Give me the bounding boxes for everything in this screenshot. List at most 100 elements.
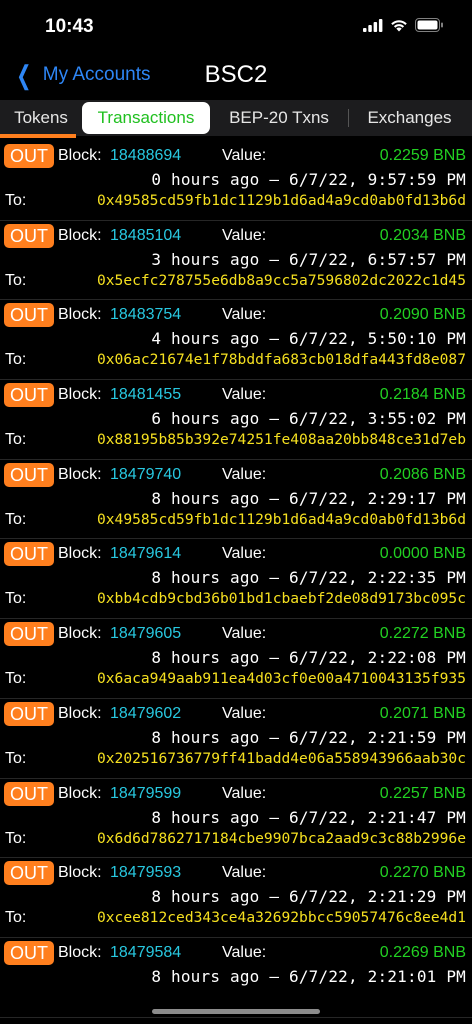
out-badge: OUT <box>4 861 54 886</box>
transaction-row[interactable]: OUT Block: 18479593 Value: 0.2270 BNB 8 hours… <box>0 858 472 938</box>
value-label: Value: <box>222 784 267 802</box>
value-label: Value: <box>222 864 267 882</box>
to-label: To: <box>5 431 27 449</box>
to-address[interactable]: 0x49585cd59fb1dc1129b1d6ad4a9cd0ab0fd13b… <box>97 511 466 528</box>
status-icons <box>363 18 444 32</box>
navigation-bar: ❮ My Accounts BSC2 <box>0 56 472 98</box>
value-amount: 0.2259 BNB <box>379 147 466 164</box>
to-label: To: <box>5 192 27 209</box>
battery-icon <box>415 18 443 32</box>
tab-exchanges[interactable]: Exchanges <box>349 102 470 134</box>
timestamp: 8 hours ago – 6/7/22, 2:21:47 PM <box>151 807 466 827</box>
block-number[interactable]: 18479593 <box>110 864 181 882</box>
to-address[interactable]: 0xbb4cdb9cbd36b01bd1cbaebf2de08d9173bc09… <box>97 590 466 607</box>
transaction-row[interactable]: OUT Block: 18479602 Value: 0.2071 BNB 8 hours… <box>0 699 472 779</box>
tab-bep20-txns[interactable]: BEP-20 Txns <box>210 102 348 134</box>
to-label: To: <box>5 271 27 289</box>
to-label: To: <box>5 351 27 369</box>
block-label: Block: <box>58 386 102 404</box>
value-label: Value: <box>222 704 267 722</box>
timestamp: 8 hours ago – 6/7/22, 2:22:35 PM <box>151 568 466 588</box>
block-number[interactable]: 18479614 <box>110 545 181 563</box>
block-label: Block: <box>58 147 102 164</box>
to-address[interactable]: 0x202516736779ff41badd4e06a558943966aab3… <box>97 750 466 767</box>
out-badge: OUT <box>4 940 54 965</box>
value-amount: 0.2272 BNB <box>379 625 466 643</box>
transaction-row[interactable]: OUT Block: 18479605 Value: 0.2272 BNB 8 hours… <box>0 619 472 699</box>
value-amount: 0.2034 BNB <box>379 226 466 244</box>
transaction-row[interactable]: OUT Block: 18479599 Value: 0.2257 BNB 8 hours… <box>0 779 472 859</box>
out-badge: OUT <box>4 462 54 487</box>
out-badge: OUT <box>4 701 54 726</box>
transaction-row[interactable]: OUT Block: 18479740 Value: 0.2086 BNB 8 hours… <box>0 460 472 540</box>
to-address[interactable]: 0x88195b85b392e74251fe408aa20bb848ce31d7… <box>97 431 466 448</box>
value-amount: 0.0000 BNB <box>379 545 466 563</box>
value-label: Value: <box>222 147 267 164</box>
to-label: To: <box>5 670 27 688</box>
transaction-row[interactable]: OUT Block: 18479584 Value: 0.2269 BNB 8 hours… <box>0 938 472 1018</box>
page-title: BSC2 <box>204 61 268 88</box>
transaction-row[interactable]: OUT Block: 18488694 Value: 0.2259 BNB 0 hours… <box>0 141 472 221</box>
block-label: Block: <box>58 465 102 483</box>
to-label: To: <box>5 749 27 767</box>
block-label: Block: <box>58 864 102 882</box>
to-address[interactable]: 0x6aca949aab911ea4d03cf0e00a4710043135f9… <box>97 670 466 687</box>
to-address[interactable]: 0xcee812ced343ce4a32692bbcc59057476c8ee4… <box>97 909 466 926</box>
wifi-icon <box>391 19 407 31</box>
segmented-tabs: Tokens Transactions BEP-20 Txns Exchange… <box>0 100 472 136</box>
out-badge: OUT <box>4 383 54 408</box>
block-label: Block: <box>58 784 102 802</box>
transaction-row[interactable]: OUT Block: 18481455 Value: 0.2184 BNB 6 hours… <box>0 380 472 460</box>
tab-transactions[interactable]: Transactions <box>82 102 210 134</box>
timestamp: 4 hours ago – 6/7/22, 5:50:10 PM <box>151 329 466 349</box>
value-amount: 0.2086 BNB <box>379 465 466 483</box>
value-amount: 0.2184 BNB <box>379 386 466 404</box>
to-address[interactable]: 0x5ecfc278755e6db8a9cc5a7596802dc2022c1d… <box>97 272 466 289</box>
block-number[interactable]: 18488694 <box>110 147 181 165</box>
value-amount: 0.2270 BNB <box>379 864 466 882</box>
timestamp: 6 hours ago – 6/7/22, 3:55:02 PM <box>151 409 466 429</box>
transaction-row[interactable]: OUT Block: 18483754 Value: 0.2090 BNB 4 hours… <box>0 300 472 381</box>
block-number[interactable]: 18485104 <box>110 227 181 245</box>
block-label: Block: <box>58 226 102 244</box>
block-number[interactable]: 18479599 <box>110 785 181 803</box>
out-badge: OUT <box>4 781 54 806</box>
value-amount: 0.2090 BNB <box>379 306 466 324</box>
block-number[interactable]: 18479584 <box>110 944 181 962</box>
block-number[interactable]: 18481455 <box>110 386 181 404</box>
out-badge: OUT <box>4 223 54 248</box>
block-number[interactable]: 18479605 <box>110 625 181 643</box>
tab-indicator <box>0 134 76 138</box>
timestamp: 8 hours ago – 6/7/22, 2:21:01 PM <box>151 966 466 986</box>
timestamp: 8 hours ago – 6/7/22, 2:29:17 PM <box>151 488 466 508</box>
value-label: Value: <box>222 465 267 483</box>
value-label: Value: <box>222 625 267 643</box>
block-label: Block: <box>58 943 102 961</box>
signal-icon <box>363 18 383 32</box>
value-amount: 0.2257 BNB <box>379 784 466 802</box>
status-time: 10:43 <box>45 16 94 37</box>
to-address[interactable]: 0x06ac21674e1f78bddfa683cb018dfa443fd8e0… <box>97 351 466 368</box>
block-label: Block: <box>58 306 102 324</box>
block-number[interactable]: 18483754 <box>110 306 181 324</box>
out-badge: OUT <box>4 303 54 328</box>
out-badge: OUT <box>4 622 54 647</box>
out-badge: OUT <box>4 542 54 567</box>
to-address[interactable]: 0x6d6d7862717184cbe9907bca2aad9c3c88b299… <box>97 830 466 847</box>
block-label: Block: <box>58 704 102 722</box>
transaction-list[interactable]: OUT Block: 18488694 Value: 0.2259 BNB 0 hours… <box>0 141 472 1018</box>
timestamp: 8 hours ago – 6/7/22, 2:21:29 PM <box>151 887 466 907</box>
transaction-row[interactable]: OUT Block: 18485104 Value: 0.2034 BNB 3 hours… <box>0 221 472 301</box>
status-bar: 10:43 <box>0 0 472 54</box>
tab-tokens[interactable]: Tokens <box>0 102 82 134</box>
to-label: To: <box>5 829 27 847</box>
block-number[interactable]: 18479740 <box>110 466 181 484</box>
block-number[interactable]: 18479602 <box>110 705 181 723</box>
value-amount: 0.2071 BNB <box>379 704 466 722</box>
timestamp: 8 hours ago – 6/7/22, 2:22:08 PM <box>151 648 466 668</box>
to-address[interactable]: 0x49585cd59fb1dc1129b1d6ad4a9cd0ab0fd13b… <box>97 192 466 209</box>
value-label: Value: <box>222 943 267 961</box>
transaction-row[interactable]: OUT Block: 18479614 Value: 0.0000 BNB 8 hours… <box>0 539 472 620</box>
home-indicator <box>152 1009 320 1014</box>
timestamp: 3 hours ago – 6/7/22, 6:57:57 PM <box>151 249 466 269</box>
